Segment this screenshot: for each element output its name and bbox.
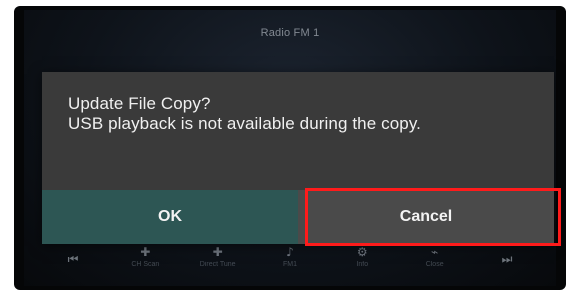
ch-scan-control[interactable]: ✚ CH Scan <box>114 246 176 268</box>
top-bar: Radio FM 1 <box>24 10 556 39</box>
prev-track-control[interactable]: ⏮ <box>42 253 104 268</box>
next-track-control[interactable]: ⏭ <box>476 253 538 268</box>
prev-track-icon: ⏮ <box>67 252 79 266</box>
control-label: CH Scan <box>131 261 160 268</box>
dialog-message: USB playback is not available during the… <box>68 114 421 133</box>
band-control[interactable]: ♪ FM1 <box>259 246 321 268</box>
info-control[interactable]: ⚙ Info <box>331 246 393 268</box>
dialog-title: Update File Copy? <box>68 94 211 113</box>
direct-tune-control[interactable]: ✚ Direct Tune <box>187 246 249 268</box>
control-label: Info <box>356 261 369 268</box>
side-left-indicator <box>25 142 35 166</box>
device-frame: Radio FM 1 ▲ ⏮ ✚ CH Scan ✚ Direct Tune ♪… <box>14 6 566 290</box>
info-icon: ⚙ <box>356 245 368 259</box>
ok-button[interactable]: OK <box>42 190 298 244</box>
close-control[interactable]: ⌁ Close <box>404 246 466 268</box>
dialog-text: Update File Copy? USB playback is not av… <box>68 94 538 133</box>
bottom-hint <box>282 274 312 282</box>
scan-icon: ✚ <box>140 245 151 259</box>
tune-icon: ✚ <box>212 245 223 259</box>
dialog-buttons: OK Cancel <box>42 190 554 244</box>
close-icon: ⌁ <box>431 245 439 259</box>
next-track-icon: ⏭ <box>501 252 513 266</box>
control-label: Direct Tune <box>199 261 236 268</box>
control-label: Close <box>425 261 444 268</box>
screen-title: Radio FM 1 <box>260 27 320 39</box>
cancel-button[interactable]: Cancel <box>298 190 554 244</box>
update-file-copy-dialog: Update File Copy? USB playback is not av… <box>42 72 554 244</box>
music-icon: ♪ <box>286 245 294 259</box>
control-label: FM1 <box>282 261 297 268</box>
title-indicator <box>296 14 320 22</box>
